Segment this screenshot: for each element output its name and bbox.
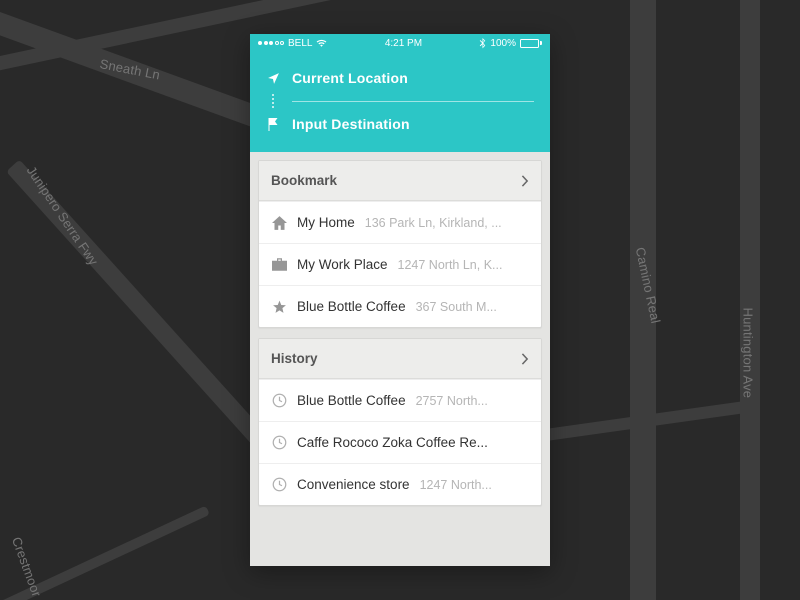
carrier-label: BELL bbox=[288, 38, 312, 49]
location-arrow-icon bbox=[266, 72, 280, 85]
map-road bbox=[740, 0, 760, 600]
clock-icon bbox=[271, 393, 287, 408]
bookmark-item-work[interactable]: My Work Place 1247 North Ln, K... bbox=[259, 243, 541, 285]
chevron-right-icon bbox=[521, 353, 529, 365]
map-label: Huntington Ave bbox=[741, 308, 756, 399]
history-card: History Blue Bottle Coffee 2757 North... bbox=[258, 338, 542, 506]
status-time: 4:21 PM bbox=[385, 38, 422, 49]
map-label: Junipero Serra Fwy bbox=[24, 163, 101, 268]
history-item-label: Convenience store bbox=[297, 477, 410, 492]
bookmark-title: Bookmark bbox=[271, 173, 337, 188]
battery-icon bbox=[520, 39, 542, 48]
clock-icon bbox=[271, 477, 287, 492]
chevron-right-icon bbox=[521, 175, 529, 187]
flag-icon bbox=[266, 118, 280, 131]
status-left: BELL bbox=[258, 38, 327, 49]
signal-dots-icon bbox=[258, 41, 284, 45]
star-icon bbox=[271, 300, 287, 314]
briefcase-icon bbox=[271, 258, 287, 271]
bookmark-item-sub: 136 Park Ln, Kirkland, ... bbox=[365, 216, 529, 230]
history-header[interactable]: History bbox=[259, 339, 541, 379]
bookmark-item-coffee[interactable]: Blue Bottle Coffee 367 South M... bbox=[259, 285, 541, 327]
divider bbox=[292, 101, 534, 102]
status-bar: BELL 4:21 PM 100% bbox=[250, 34, 550, 52]
content-area: Bookmark My Home 136 Park Ln, Kirkland, … bbox=[250, 152, 550, 566]
destination-label: Input Destination bbox=[292, 116, 410, 132]
battery-pct: 100% bbox=[490, 38, 516, 49]
clock-icon bbox=[271, 435, 287, 450]
bookmark-header[interactable]: Bookmark bbox=[259, 161, 541, 201]
bookmark-item-sub: 1247 North Ln, K... bbox=[398, 258, 529, 272]
history-title: History bbox=[271, 351, 318, 366]
current-location-label: Current Location bbox=[292, 70, 408, 86]
status-right: 100% bbox=[479, 38, 542, 49]
history-item-sub: 2757 North... bbox=[416, 394, 529, 408]
route-separator bbox=[266, 94, 534, 108]
route-dots-icon bbox=[266, 94, 280, 108]
bookmark-item-sub: 367 South M... bbox=[416, 300, 529, 314]
screen: Sneath Ln Junipero Serra Fwy Camino Real… bbox=[0, 0, 800, 600]
history-item[interactable]: Blue Bottle Coffee 2757 North... bbox=[259, 379, 541, 421]
bookmark-item-label: My Work Place bbox=[297, 257, 388, 272]
bookmark-item-label: My Home bbox=[297, 215, 355, 230]
wifi-icon bbox=[316, 39, 327, 47]
route-header: Current Location Input Destination bbox=[250, 52, 550, 152]
destination-row[interactable]: Input Destination bbox=[266, 110, 534, 138]
current-location-row[interactable]: Current Location bbox=[266, 64, 534, 92]
history-item-label: Blue Bottle Coffee bbox=[297, 393, 406, 408]
history-item[interactable]: Caffe Rococo Zoka Coffee Re... bbox=[259, 421, 541, 463]
history-item-sub: 1247 North... bbox=[420, 478, 529, 492]
bookmark-item-label: Blue Bottle Coffee bbox=[297, 299, 406, 314]
history-item-label: Caffe Rococo Zoka Coffee Re... bbox=[297, 435, 529, 450]
home-icon bbox=[271, 216, 287, 230]
phone-frame: BELL 4:21 PM 100% bbox=[250, 34, 550, 566]
bookmark-item-home[interactable]: My Home 136 Park Ln, Kirkland, ... bbox=[259, 201, 541, 243]
bookmark-card: Bookmark My Home 136 Park Ln, Kirkland, … bbox=[258, 160, 542, 328]
bluetooth-icon bbox=[479, 38, 486, 49]
history-item[interactable]: Convenience store 1247 North... bbox=[259, 463, 541, 505]
map-label: Crestmoor bbox=[9, 535, 44, 599]
